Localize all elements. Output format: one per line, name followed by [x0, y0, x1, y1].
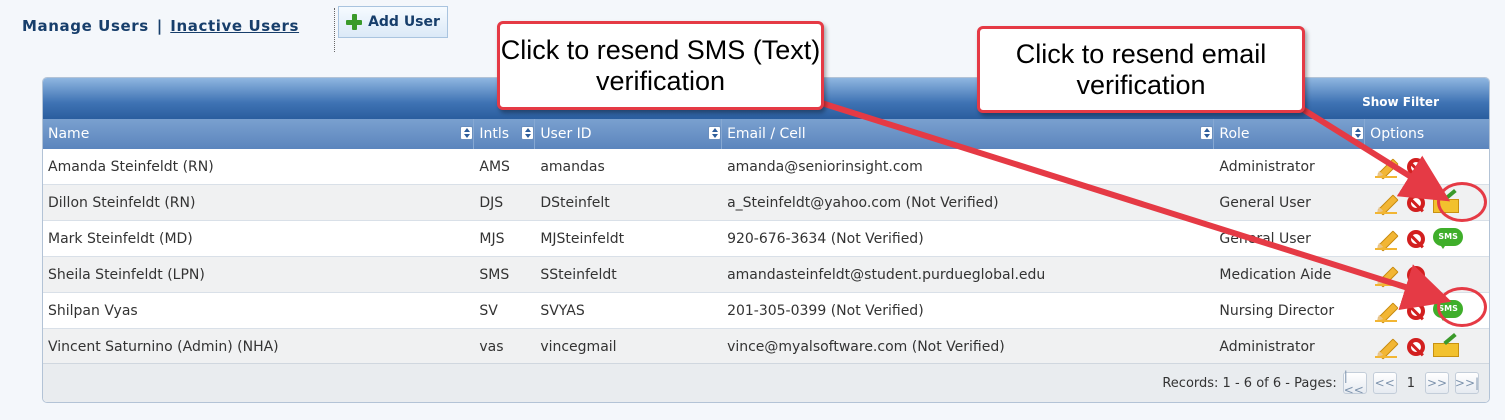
email-callout-text: Click to resend email verification — [1015, 38, 1267, 100]
arrow-email — [1294, 102, 1451, 202]
email-callout: Click to resend email verification — [977, 26, 1305, 113]
email-highlight-ring — [1437, 182, 1487, 222]
sms-callout: Click to resend SMS (Text) verification — [497, 21, 824, 110]
arrow-sms — [811, 97, 1452, 311]
sms-callout-text: Click to resend SMS (Text) verification — [500, 34, 821, 96]
sms-highlight-ring — [1437, 287, 1487, 327]
